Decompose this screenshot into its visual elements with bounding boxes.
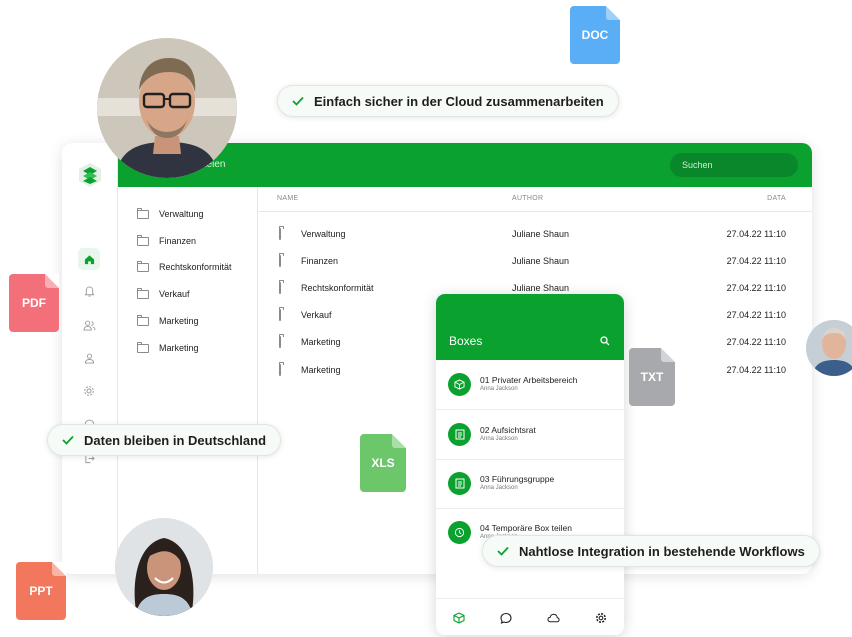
column-name[interactable]: NAME [277, 195, 298, 202]
row-name: Finanzen [301, 256, 339, 266]
avatar-man [97, 38, 237, 178]
table-row[interactable]: Finanzen Juliane Shaun 27.04.22 11:10 [257, 252, 812, 278]
row-date: 27.04.22 11:10 [726, 256, 786, 266]
row-name: Verwaltung [301, 229, 346, 239]
gear-icon[interactable] [78, 380, 100, 402]
folder-icon [137, 260, 149, 272]
folder-icon [279, 282, 281, 294]
users-icon[interactable] [78, 314, 100, 336]
box-icon [448, 373, 471, 396]
item-owner: Anna Jackson [480, 386, 518, 392]
row-author: Juliane Shaun [512, 256, 570, 266]
item-owner: Anna Jackson [480, 436, 518, 442]
badge-text: Daten bleiben in Deutschland [84, 432, 267, 448]
badge-cloud: Einfach sicher in der Cloud zusammenarbe… [277, 85, 619, 117]
list-item[interactable]: 02 Aufsichtsrat Anna Jackson [436, 410, 624, 460]
item-owner: Anna Jackson [480, 485, 518, 491]
avatar-woman [115, 518, 213, 616]
item-title: 04 Temporäre Box teilen [480, 523, 572, 533]
logo-icon [79, 163, 101, 187]
row-name: Rechtskonformität [301, 283, 374, 293]
badge-text: Einfach sicher in der Cloud zusammenarbe… [314, 93, 604, 109]
pdf-file-icon: PDF [9, 274, 59, 332]
icon-rail [62, 143, 118, 574]
folder-icon [137, 341, 149, 353]
cloud-icon[interactable] [547, 613, 560, 623]
row-author: Juliane Shaun [512, 283, 570, 293]
folder-tree: Verwaltung Finanzen Rechtskonformität Ve… [117, 187, 258, 574]
badge-germany: Daten bleiben in Deutschland [47, 424, 282, 456]
list-item[interactable]: 03 Führungsgruppe Anna Jackson [436, 459, 624, 509]
folder-icon [279, 309, 281, 321]
row-date: 27.04.22 11:10 [726, 310, 786, 320]
mobile-header: Boxes [436, 294, 624, 360]
folder-icon [137, 207, 149, 219]
row-date: 27.04.22 11:10 [726, 365, 786, 375]
search-input[interactable]: Suchen [670, 153, 798, 177]
item-title: 03 Führungsgruppe [480, 474, 555, 484]
user-icon[interactable] [78, 347, 100, 369]
mobile-app-card: Boxes 01 Privater Arbeitsbereich Anna Ja… [436, 294, 624, 635]
column-author[interactable]: AUTHOR [512, 195, 543, 202]
search-icon[interactable] [600, 336, 610, 346]
folder-icon [279, 364, 281, 376]
box-icon[interactable] [453, 611, 465, 624]
badge-integration: Nahtlose Integration in bestehende Workf… [482, 535, 820, 567]
folder-icon [137, 314, 149, 326]
doc-file-icon: DOC [570, 6, 620, 64]
txt-file-icon: TXT [629, 348, 675, 406]
check-icon [62, 435, 74, 445]
folder-item[interactable]: Marketing [137, 341, 199, 353]
table-header: NAME AUTHOR DATA [257, 187, 812, 212]
avatar-older-man [806, 320, 852, 376]
person-woman-illustration [115, 518, 213, 616]
clock-icon [448, 521, 471, 544]
folder-item[interactable]: Verwaltung [137, 207, 204, 219]
document-icon [448, 472, 471, 495]
folder-item[interactable]: Finanzen [137, 234, 196, 246]
mobile-tab-bar [436, 598, 624, 635]
document-icon [448, 423, 471, 446]
folder-item[interactable]: Verkauf [137, 287, 190, 299]
person-older-man-illustration [806, 320, 852, 376]
table-row[interactable]: Verwaltung Juliane Shaun 27.04.22 11:10 [257, 225, 812, 251]
row-name: Marketing [301, 365, 341, 375]
folder-item[interactable]: Marketing [137, 314, 199, 326]
xls-file-icon: XLS [360, 434, 406, 492]
item-title: 01 Privater Arbeitsbereich [480, 375, 578, 385]
gear-icon[interactable] [595, 612, 607, 624]
folder-icon [279, 255, 281, 267]
column-date[interactable]: DATA [767, 195, 786, 202]
check-icon [497, 546, 509, 556]
row-name: Verkauf [301, 310, 332, 320]
folder-icon [279, 336, 281, 348]
row-date: 27.04.22 11:10 [726, 283, 786, 293]
row-name: Marketing [301, 337, 341, 347]
row-date: 27.04.22 11:10 [726, 337, 786, 347]
bell-icon[interactable] [78, 281, 100, 303]
folder-icon [279, 228, 281, 240]
folder-icon [137, 234, 149, 246]
chat-icon[interactable] [500, 612, 512, 624]
row-date: 27.04.22 11:10 [726, 229, 786, 239]
folder-icon [137, 287, 149, 299]
list-item[interactable]: 01 Privater Arbeitsbereich Anna Jackson [436, 360, 624, 410]
home-icon[interactable] [78, 248, 100, 270]
ppt-file-icon: PPT [16, 562, 66, 620]
mobile-title: Boxes [449, 334, 483, 348]
badge-text: Nahtlose Integration in bestehende Workf… [519, 543, 805, 559]
check-icon [292, 96, 304, 106]
row-author: Juliane Shaun [512, 229, 570, 239]
item-title: 02 Aufsichtsrat [480, 425, 536, 435]
folder-item[interactable]: Rechtskonformität [137, 260, 232, 272]
person-man-illustration [97, 38, 237, 178]
